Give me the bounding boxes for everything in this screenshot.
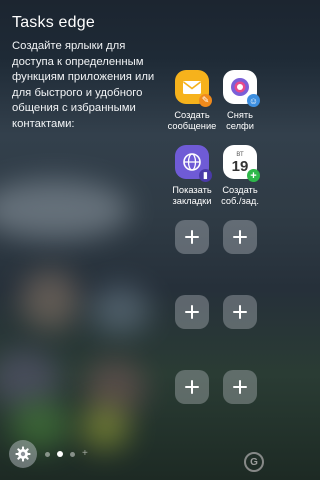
background-blur <box>80 405 130 450</box>
add-badge-icon: + <box>247 169 260 182</box>
background-blur <box>90 285 150 335</box>
edit-badge-icon: ✎ <box>199 94 212 107</box>
plus-icon <box>239 380 241 394</box>
add-shortcut-slot[interactable] <box>175 370 209 404</box>
plus-icon <box>191 380 193 394</box>
plus-icon <box>239 230 241 244</box>
selfie-badge-icon: ☺ <box>247 94 260 107</box>
panel-title: Tasks edge <box>12 14 95 31</box>
shortcut-take-selfie[interactable]: ☺ Снять селфи <box>212 70 268 132</box>
add-shortcut-slot[interactable] <box>223 370 257 404</box>
shortcut-label: Создать соб./зад. <box>221 185 259 206</box>
shortcut-label: Снять селфи <box>226 110 254 131</box>
shortcut-create-event[interactable]: ВТ 19 + Создать соб./зад. <box>212 145 268 207</box>
background-blur <box>20 270 80 330</box>
plus-icon <box>239 305 241 319</box>
gear-icon <box>15 446 31 462</box>
add-shortcut-slot[interactable] <box>175 220 209 254</box>
page-dot-active[interactable] <box>57 451 63 457</box>
page-dot[interactable] <box>70 451 75 457</box>
panel-description: Создайте ярлыки для доступа к определенн… <box>12 40 155 130</box>
add-page-icon[interactable]: + <box>82 449 88 459</box>
calendar-icon: ВТ 19 + <box>223 145 260 182</box>
camera-selfie-icon: ☺ <box>223 70 260 107</box>
page-dot[interactable] <box>45 451 50 457</box>
add-shortcut-slot[interactable] <box>223 295 257 329</box>
settings-button[interactable] <box>9 440 37 468</box>
page-indicator[interactable]: + <box>45 449 88 459</box>
watermark-logo: G <box>244 452 264 472</box>
bookmark-badge-icon: ▮ <box>199 169 212 182</box>
add-shortcut-slot[interactable] <box>223 220 257 254</box>
internet-globe-icon: ▮ <box>175 145 212 182</box>
background-blur <box>0 180 130 240</box>
message-envelope-icon: ✎ <box>175 70 212 107</box>
plus-icon <box>191 305 193 319</box>
plus-icon <box>191 230 193 244</box>
calendar-date: 19 <box>231 157 249 175</box>
add-shortcut-slot[interactable] <box>175 295 209 329</box>
